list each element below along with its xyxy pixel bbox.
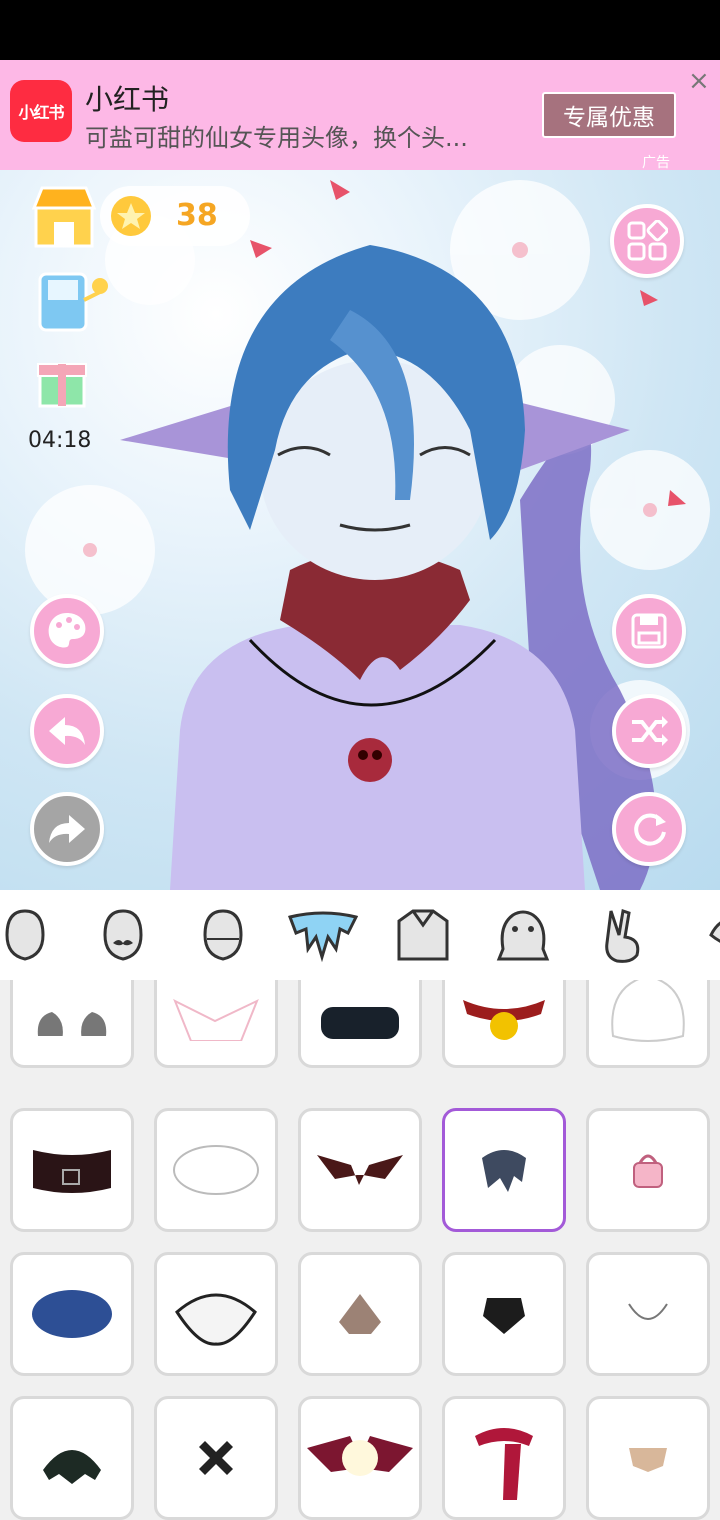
item-small-capelet[interactable] <box>298 1252 422 1376</box>
fluffy-collar-item-icon <box>173 1145 259 1195</box>
undo-icon <box>49 717 85 745</box>
item-vampire-collar[interactable] <box>298 1396 422 1520</box>
avatar-stage: 38 04:18 <box>0 170 720 890</box>
grid-menu-icon <box>627 220 668 261</box>
save-button[interactable] <box>612 594 686 668</box>
ad-tag: 广告 <box>642 155 670 171</box>
item-leather-collar[interactable] <box>10 1108 134 1232</box>
pet-icon <box>496 910 550 961</box>
leather-collar-item-icon <box>33 1150 111 1193</box>
palette-icon <box>48 613 86 648</box>
redo-button[interactable] <box>30 792 104 866</box>
cape-collar-item-icon <box>317 1155 403 1185</box>
item-dark-band[interactable] <box>298 980 422 1068</box>
item-lock-pendant[interactable] <box>586 1108 710 1232</box>
bell-collar-item-icon <box>463 1000 545 1040</box>
item-white-fur-hood[interactable] <box>586 980 710 1068</box>
white-wings-item-icon <box>173 998 259 1041</box>
item-cross-bandage[interactable] <box>154 1396 278 1520</box>
status-bar <box>0 0 720 60</box>
lock-pendant-item-icon <box>633 1154 663 1188</box>
black-ruffle-item-icon <box>43 1450 101 1484</box>
cross-bandage-item-icon <box>199 1441 233 1475</box>
red-scarf-item-icon <box>475 1428 533 1500</box>
ad-title: 小红书 <box>85 83 170 116</box>
item-thin-necklace[interactable] <box>586 1252 710 1376</box>
tab-collar[interactable] <box>288 900 358 970</box>
menu-button[interactable] <box>610 204 684 278</box>
item-fluffy-collar[interactable] <box>154 1108 278 1232</box>
collar-fur-icon <box>288 911 358 963</box>
tab-pets[interactable] <box>488 900 558 970</box>
coin-count: 38 <box>176 198 218 233</box>
white-black-fur-item-icon <box>175 1293 257 1346</box>
partial-tab-icon <box>709 921 720 943</box>
mustache-face-icon <box>103 909 143 961</box>
white-fur-hood-item-icon <box>611 980 685 1042</box>
item-black-ruffle[interactable] <box>10 1396 134 1520</box>
tab-head[interactable] <box>188 900 258 970</box>
item-blue-scarf-selected[interactable] <box>442 1108 566 1232</box>
bald-head-icon <box>203 909 243 961</box>
random-button[interactable] <box>612 694 686 768</box>
tab-mustache[interactable] <box>88 900 158 970</box>
dark-collar-item-icon <box>483 1298 525 1334</box>
item-grid <box>0 980 720 1520</box>
item-white-wings[interactable] <box>154 980 278 1068</box>
reset-button[interactable] <box>612 792 686 866</box>
tab-clothes[interactable] <box>388 900 458 970</box>
tab-face-shape[interactable] <box>0 900 60 970</box>
ad-close-icon[interactable]: × <box>688 66 710 96</box>
item-dark-collar[interactable] <box>442 1252 566 1376</box>
dark-band-item-icon <box>321 1007 399 1039</box>
tab-more[interactable] <box>686 900 720 970</box>
vampire-collar-item-icon <box>307 1436 413 1476</box>
ad-banner[interactable]: 小红书 小红书 可盐可甜的仙女专用头像，换个头... 专属优惠 × 广告 <box>0 60 720 171</box>
shuffle-icon <box>632 716 668 746</box>
star-coin-icon <box>111 196 151 236</box>
ad-offer-button[interactable]: 专属优惠 <box>542 92 676 138</box>
redo-icon <box>49 815 85 843</box>
shirt-icon <box>397 909 449 961</box>
save-icon <box>631 613 667 649</box>
ad-subtitle: 可盐可甜的仙女专用头像，换个头... <box>85 124 468 152</box>
blue-fur-scarf-item-icon <box>482 1150 526 1192</box>
blue-fur-ring-item-icon <box>32 1290 112 1338</box>
face-icon <box>5 909 45 961</box>
item-white-black-fur[interactable] <box>154 1252 278 1376</box>
event-timer: 04:18 <box>28 428 92 453</box>
shop-icon[interactable] <box>32 184 96 248</box>
coin-balance: 38 <box>100 186 250 246</box>
undo-button[interactable] <box>30 694 104 768</box>
thin-necklace-item-icon <box>628 1303 668 1320</box>
item-red-scarf[interactable] <box>442 1396 566 1520</box>
item-cape-collar[interactable] <box>298 1108 422 1232</box>
grey-tufts-item-icon <box>37 1012 107 1036</box>
palette-button[interactable] <box>30 594 104 668</box>
small-capelet-item-icon <box>339 1294 381 1334</box>
item-bell-collar[interactable] <box>442 980 566 1068</box>
item-straw-collar[interactable] <box>586 1396 710 1520</box>
peace-hand-icon <box>605 909 640 963</box>
straw-collar-item-icon <box>629 1448 667 1472</box>
item-grey-tufts[interactable] <box>10 980 134 1068</box>
category-tabs <box>0 890 720 980</box>
game-console-icon[interactable] <box>36 270 112 334</box>
item-blue-fur-ring[interactable] <box>10 1252 134 1376</box>
refresh-icon <box>634 813 666 846</box>
gift-icon[interactable] <box>36 350 88 410</box>
ad-app-logo: 小红书 <box>10 80 72 142</box>
tab-pose[interactable] <box>588 900 658 970</box>
